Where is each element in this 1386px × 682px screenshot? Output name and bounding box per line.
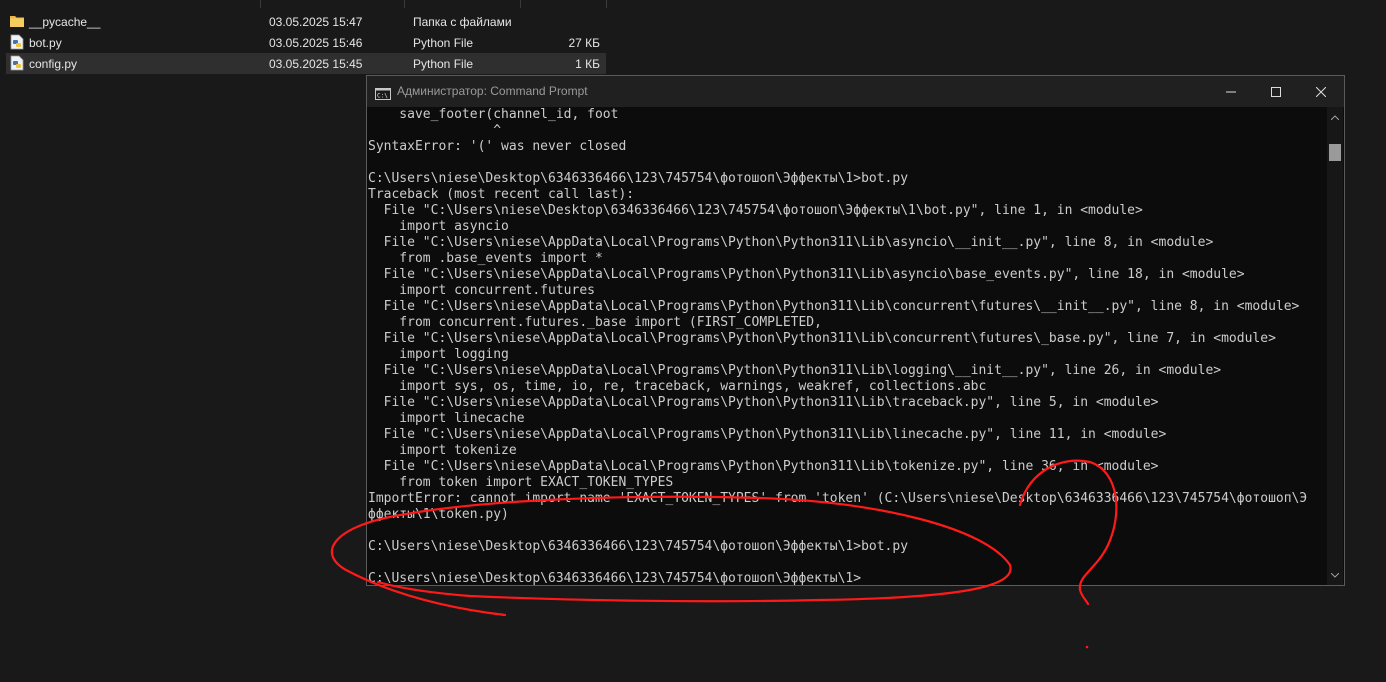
window-titlebar[interactable]: C:\ Администратор: Command Prompt	[367, 76, 1344, 107]
folder-icon	[10, 13, 24, 29]
file-row-bot-py[interactable]: bot.py 03.05.2025 15:46 Python File 27 К…	[6, 32, 606, 53]
file-explorer-list: __pycache__ 03.05.2025 15:47 Папка с фай…	[0, 0, 610, 76]
console-line: save_footer(channel_id, foot	[368, 107, 619, 122]
file-row-config-py[interactable]: config.py 03.05.2025 15:45 Python File 1…	[6, 53, 606, 74]
console-line: import linecache	[368, 411, 525, 426]
file-type: Python File	[413, 57, 474, 71]
maximize-button[interactable]	[1253, 76, 1298, 107]
console-line: import concurrent.futures	[368, 283, 595, 298]
minimize-icon	[1225, 91, 1236, 92]
file-date: 03.05.2025 15:47	[269, 15, 363, 29]
console-line: C:\Users\niese\Desktop\6346336466\123\74…	[368, 171, 909, 186]
maximize-icon	[1270, 86, 1281, 97]
console-line: File "C:\Users\niese\AppData\Local\Progr…	[368, 299, 1300, 314]
console-line: File "C:\Users\niese\AppData\Local\Progr…	[368, 363, 1222, 378]
console-line: File "C:\Users\niese\AppData\Local\Progr…	[368, 427, 1167, 442]
file-date: 03.05.2025 15:46	[269, 36, 363, 50]
console-line: import sys, os, time, io, re, traceback,…	[368, 379, 987, 394]
console-line: File "C:\Users\niese\AppData\Local\Progr…	[368, 331, 1276, 346]
python-file-icon	[10, 34, 24, 50]
console-line: ффекты\1\token.py)	[368, 507, 509, 522]
scroll-down-button[interactable]	[1327, 567, 1343, 583]
console-text: save_footer(channel_id, foot ^ SyntaxErro…	[368, 107, 1326, 585]
scroll-up-button[interactable]	[1327, 109, 1343, 125]
file-row-pycache[interactable]: __pycache__ 03.05.2025 15:47 Папка с фай…	[6, 11, 606, 32]
python-file-icon	[10, 55, 24, 71]
console-line: SyntaxError: '(' was never closed	[368, 139, 627, 154]
console-line: ImportError: cannot import name 'EXACT_T…	[368, 491, 1308, 506]
console-line: from token import EXACT_TOKEN_TYPES	[368, 475, 674, 490]
column-divider	[404, 0, 405, 8]
close-icon	[1315, 86, 1326, 97]
column-divider	[260, 0, 261, 8]
minimize-button[interactable]	[1208, 76, 1253, 107]
console-line: File "C:\Users\niese\AppData\Local\Progr…	[368, 267, 1245, 282]
console-line: Traceback (most recent call last):	[368, 187, 635, 202]
cmd-icon: C:\	[375, 85, 391, 100]
console-line: File "C:\Users\niese\AppData\Local\Progr…	[368, 459, 1159, 474]
console-line: C:\Users\niese\Desktop\6346336466\123\74…	[368, 539, 909, 554]
console-line: C:\Users\niese\Desktop\6346336466\123\74…	[368, 571, 862, 585]
console-line: ^	[368, 123, 502, 138]
chevron-up-icon	[1331, 114, 1339, 120]
close-button[interactable]	[1298, 76, 1343, 107]
file-name: config.py	[29, 57, 78, 71]
console-line: import asyncio	[368, 219, 509, 234]
file-size: 27 КБ	[568, 36, 600, 50]
console-line: File "C:\Users\niese\AppData\Local\Progr…	[368, 395, 1159, 410]
file-date: 03.05.2025 15:45	[269, 57, 363, 71]
console-line: import logging	[368, 347, 509, 362]
column-divider	[520, 0, 521, 8]
console-line: import tokenize	[368, 443, 517, 458]
console-output[interactable]: save_footer(channel_id, foot ^ SyntaxErro…	[368, 107, 1326, 585]
console-line: File "C:\Users\niese\AppData\Local\Progr…	[368, 235, 1214, 250]
vertical-scrollbar[interactable]	[1327, 107, 1343, 585]
file-name: __pycache__	[29, 15, 101, 29]
scroll-thumb[interactable]	[1329, 144, 1341, 161]
console-line: from concurrent.futures._base import (FI…	[368, 315, 822, 330]
window-title: Администратор: Command Prompt	[397, 84, 588, 98]
file-name: bot.py	[29, 36, 62, 50]
column-divider	[606, 0, 607, 8]
command-prompt-window[interactable]: C:\ Администратор: Command Prompt save_f…	[366, 75, 1345, 586]
file-type: Python File	[413, 36, 474, 50]
svg-text:C:\: C:\	[377, 93, 388, 100]
console-line: from .base_events import *	[368, 251, 603, 266]
file-size: 1 КБ	[575, 57, 600, 71]
file-type: Папка с файлами	[413, 15, 512, 29]
chevron-down-icon	[1331, 572, 1339, 578]
console-line: File "C:\Users\niese\Desktop\6346336466\…	[368, 203, 1143, 218]
